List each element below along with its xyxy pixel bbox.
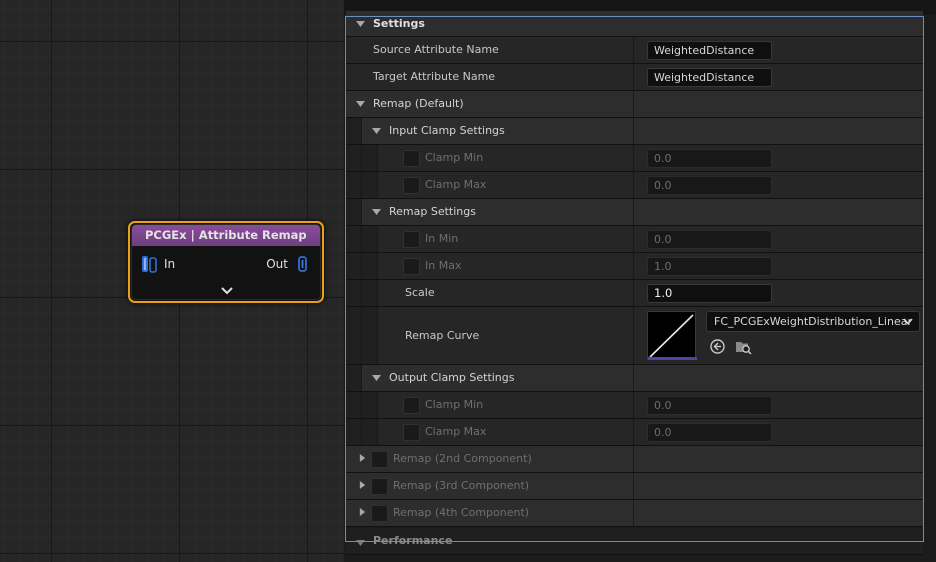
category-settings-label: Settings <box>373 17 425 30</box>
row-remap-curve: Remap Curve FC_PCGExWeightDistribution_L… <box>346 307 923 365</box>
remap-4th-checkbox[interactable] <box>371 505 388 522</box>
row-target-attribute: Target Attribute Name WeightedDistance <box>346 64 923 91</box>
expand-arrow-icon <box>359 481 366 489</box>
collapse-arrow-icon <box>356 101 365 107</box>
row-in-min: In Min 0.0 <box>346 226 923 253</box>
input-clamp-min-checkbox[interactable] <box>403 150 420 167</box>
output-pin-label: Out <box>266 257 288 271</box>
collapse-arrow-icon <box>372 128 381 134</box>
category-performance-label: Performance <box>373 534 453 547</box>
output-clamp-label: Output Clamp Settings <box>389 371 515 384</box>
remap-2nd-label: Remap (2nd Component) <box>393 452 532 465</box>
source-attribute-label: Source Attribute Name <box>373 43 499 56</box>
input-clamp-max-checkbox[interactable] <box>403 177 420 194</box>
input-clamp-min-input[interactable]: 0.0 <box>647 149 772 168</box>
remap-curve-label: Remap Curve <box>405 329 480 342</box>
node-title: PCGEx | Attribute Remap <box>132 225 320 246</box>
input-clamp-max-input[interactable]: 0.0 <box>647 176 772 195</box>
target-attribute-label: Target Attribute Name <box>373 70 496 83</box>
input-clamp-label: Input Clamp Settings <box>389 124 505 137</box>
output-pin[interactable]: Out <box>266 254 311 274</box>
graph-canvas[interactable]: PCGEx | Attribute Remap In Out <box>0 0 344 562</box>
in-max-checkbox[interactable] <box>403 258 420 275</box>
input-clamp-max-label: Clamp Max <box>425 178 487 191</box>
chevron-down-icon <box>903 318 913 325</box>
row-output-clamp-min: Clamp Min 0.0 <box>346 392 923 419</box>
output-clamp-min-label: Clamp Min <box>425 398 484 411</box>
group-input-clamp[interactable]: Input Clamp Settings <box>346 118 923 145</box>
collapse-arrow-icon <box>372 209 381 215</box>
pcg-pin-icon <box>142 256 157 273</box>
row-input-clamp-min: Clamp Min 0.0 <box>346 145 923 172</box>
curve-asset-name: FC_PCGExWeightDistribution_Linear <box>714 315 912 328</box>
expand-arrow-icon <box>359 454 366 462</box>
remap-4th-label: Remap (4th Component) <box>393 506 530 519</box>
in-max-input[interactable]: 1.0 <box>647 257 772 276</box>
output-clamp-min-checkbox[interactable] <box>403 397 420 414</box>
remap-2nd-checkbox[interactable] <box>371 451 388 468</box>
curve-asset-picker[interactable]: FC_PCGExWeightDistribution_Linear <box>706 311 920 332</box>
chevron-down-icon[interactable] <box>220 285 234 297</box>
source-attribute-input[interactable]: WeightedDistance <box>647 41 772 60</box>
browse-asset-icon[interactable] <box>735 338 752 355</box>
expand-arrow-icon <box>359 508 366 516</box>
remap-3rd-checkbox[interactable] <box>371 478 388 495</box>
output-clamp-max-checkbox[interactable] <box>403 424 420 441</box>
input-pin-label: In <box>164 257 176 271</box>
row-output-clamp-max: Clamp Max 0.0 <box>346 419 923 446</box>
curve-thumbnail[interactable] <box>647 311 697 360</box>
scale-label: Scale <box>405 286 435 299</box>
in-min-checkbox[interactable] <box>403 231 420 248</box>
input-clamp-min-label: Clamp Min <box>425 151 484 164</box>
output-clamp-max-input[interactable]: 0.0 <box>647 423 772 442</box>
group-remap-settings[interactable]: Remap Settings <box>346 199 923 226</box>
attribute-remap-node[interactable]: PCGEx | Attribute Remap In Out <box>128 221 324 303</box>
group-remap-3rd[interactable]: Remap (3rd Component) <box>346 473 923 500</box>
in-min-input[interactable]: 0.0 <box>647 230 772 249</box>
row-scale: Scale 1.0 <box>346 280 923 307</box>
input-pin[interactable]: In <box>141 254 175 274</box>
remap-settings-label: Remap Settings <box>389 205 476 218</box>
output-clamp-max-label: Clamp Max <box>425 425 487 438</box>
row-input-clamp-max: Clamp Max 0.0 <box>346 172 923 199</box>
collapse-arrow-icon <box>356 21 365 27</box>
collapse-arrow-icon <box>356 540 365 546</box>
category-performance[interactable]: Performance <box>346 528 923 555</box>
group-remap-4th[interactable]: Remap (4th Component) <box>346 500 923 527</box>
group-remap-default[interactable]: Remap (Default) <box>346 91 923 118</box>
pcg-pin-icon <box>298 256 307 272</box>
remap-3rd-label: Remap (3rd Component) <box>393 479 530 492</box>
row-in-max: In Max 1.0 <box>346 253 923 280</box>
collapse-arrow-icon <box>372 375 381 381</box>
row-source-attribute: Source Attribute Name WeightedDistance <box>346 37 923 64</box>
use-selected-asset-icon[interactable] <box>709 338 726 355</box>
remap-default-label: Remap (Default) <box>373 97 464 110</box>
scale-input[interactable]: 1.0 <box>647 284 772 303</box>
in-max-label: In Max <box>425 259 462 272</box>
in-min-label: In Min <box>425 232 459 245</box>
group-output-clamp[interactable]: Output Clamp Settings <box>346 365 923 392</box>
output-clamp-min-input[interactable]: 0.0 <box>647 396 772 415</box>
details-panel: Settings Source Attribute Name WeightedD… <box>344 0 936 562</box>
group-remap-2nd[interactable]: Remap (2nd Component) <box>346 446 923 473</box>
linear-curve-icon <box>649 314 694 358</box>
category-settings[interactable]: Settings <box>346 11 923 37</box>
target-attribute-input[interactable]: WeightedDistance <box>647 68 772 87</box>
